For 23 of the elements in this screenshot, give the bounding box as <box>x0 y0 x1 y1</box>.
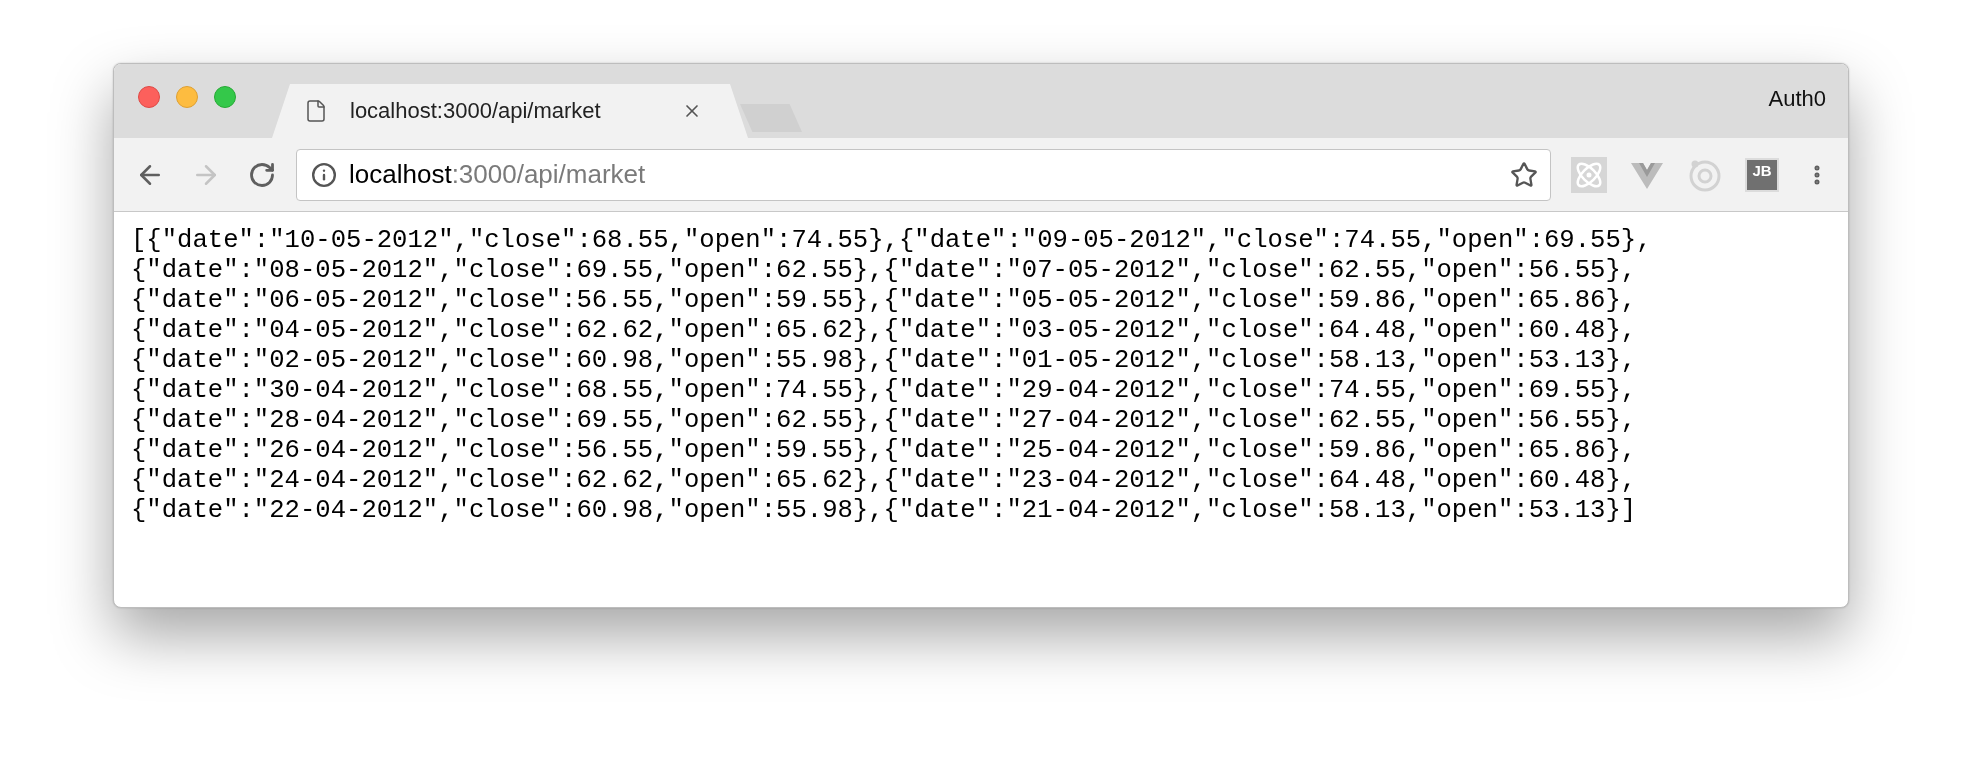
zoom-window-button[interactable] <box>214 86 236 108</box>
address-bar[interactable]: localhost:3000/api/market <box>296 148 1551 201</box>
atom-icon[interactable] <box>1571 156 1607 193</box>
json-text-line: {"date":"02-05-2012","close":60.98,"open":55.98},{"date":"01-05-2012","close":58.13,"open":53.13}, <box>131 346 1637 376</box>
json-text-line: {"date":"28-04-2012","close":69.55,"open":62.55},{"date":"27-04-2012","close":62.55,"open":56.55}, <box>131 406 1637 436</box>
extension-button[interactable]: JB <box>1745 157 1779 192</box>
json-text-line: {"date":"24-04-2012","close":62.62,"open":65.62},{"date":"23-04-2012","close":64.48,"open":60.48}, <box>131 466 1637 496</box>
minimize-window-button[interactable] <box>176 86 198 108</box>
url-text: localhost:3000/api/market <box>349 159 647 190</box>
tab-title: localhost:3000/api/market <box>350 98 602 124</box>
star-icon[interactable] <box>1510 160 1538 189</box>
profile-name[interactable]: Auth0 <box>1768 86 1826 112</box>
json-text-line: {"date":"06-05-2012","close":56.55,"open":59.55},{"date":"05-05-2012","close":59.86,"open":65.86}, <box>131 286 1637 316</box>
json-text-line: {"date":"22-04-2012","close":60.98,"open":55.98},{"date":"21-04-2012","close":58.13,"open":53.13}] <box>131 496 1637 526</box>
json-text-line: {"date":"26-04-2012","close":56.55,"open":59.55},{"date":"25-04-2012","close":59.86,"open":65.86}, <box>131 436 1637 466</box>
json-text-line: [{"date":"10-05-2012","close":68.55,"open":74.55},{"date":"09-05-2012","close":74.55,"open":69.55}, <box>131 226 1652 256</box>
json-text-line: {"date":"04-05-2012","close":62.62,"open":65.62},{"date":"03-05-2012","close":64.48,"open":60.48}, <box>131 316 1637 346</box>
document-icon <box>304 99 328 123</box>
json-text-line: {"date":"08-05-2012","close":69.55,"open":62.55},{"date":"07-05-2012","close":62.55,"open":56.55}, <box>131 256 1637 286</box>
close-window-button[interactable] <box>138 86 160 108</box>
browser-tab[interactable]: localhost:3000/api/market <box>272 84 748 138</box>
json-text-line: {"date":"30-04-2012","close":68.55,"open":74.55},{"date":"29-04-2012","close":74.55,"open":69.55}, <box>131 376 1637 406</box>
info-icon[interactable] <box>311 161 337 188</box>
